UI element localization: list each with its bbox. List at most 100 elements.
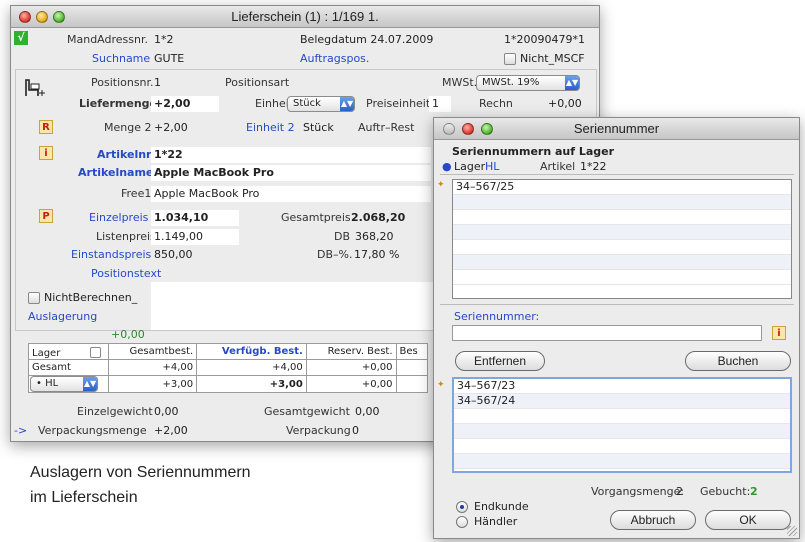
- ok-button[interactable]: OK: [705, 510, 791, 530]
- table-row[interactable]: Gesamt +4,00 +4,00 +0,00: [28, 359, 429, 376]
- updown-arrow-icon: ▲▼: [340, 97, 354, 111]
- minimize-icon[interactable]: [462, 123, 474, 135]
- list-item[interactable]: [453, 255, 791, 270]
- resize-grip-icon[interactable]: [787, 526, 797, 536]
- sort-icon: ✦: [437, 380, 445, 390]
- table-cell: +4,00: [107, 359, 198, 376]
- updown-arrow-icon: ▲▼: [565, 76, 579, 90]
- nicht-mscf-checkbox[interactable]: [504, 53, 516, 65]
- list-item[interactable]: 34–567/23: [454, 379, 790, 394]
- positionsnr-value: 1: [154, 76, 161, 89]
- close-icon[interactable]: [19, 11, 31, 23]
- belegdatum: Belegdatum 24.07.2009: [300, 33, 434, 46]
- list-item[interactable]: [453, 225, 791, 240]
- verpackungsmenge-label: Verpackungsmenge: [38, 424, 147, 437]
- r-button[interactable]: R: [39, 120, 53, 134]
- auftragspos-link[interactable]: Auftragspos.: [300, 52, 369, 65]
- haendler-radio[interactable]: [456, 516, 468, 528]
- minimize-icon[interactable]: [36, 11, 48, 23]
- rechn-value: +0,00: [548, 97, 582, 110]
- nichtberechnen-checkbox[interactable]: [28, 292, 40, 304]
- artikelname-input[interactable]: Apple MacBook Pro: [151, 165, 431, 181]
- window-title: Lieferschein (1) : 1/169 1.: [231, 9, 379, 24]
- dialog-lager-value: HL: [485, 160, 500, 173]
- endkunde-radio[interactable]: [456, 501, 468, 513]
- einzelpreis-label[interactable]: Einzelpreis: [89, 211, 148, 224]
- list-item[interactable]: [454, 439, 790, 454]
- mwst-select[interactable]: MWSt. 19% ▲▼: [476, 75, 580, 91]
- db-label: DB: [334, 230, 351, 243]
- main-titlebar[interactable]: Lieferschein (1) : 1/169 1.: [11, 6, 599, 28]
- zoom-icon[interactable]: [481, 123, 493, 135]
- liefermenge-input[interactable]: +2,00: [151, 96, 219, 112]
- listenpreis-input[interactable]: 1.149,00: [151, 229, 239, 245]
- db-percent-label: DB–%.: [317, 248, 353, 261]
- list-item[interactable]: 34–567/25: [453, 180, 791, 195]
- dialog-title: Seriennummer: [573, 121, 660, 136]
- list-item-label: 34–567/23: [457, 379, 516, 392]
- list-item[interactable]: [454, 409, 790, 424]
- einstandspreis-value: 850,00: [154, 248, 193, 261]
- einheit-select-value: Stück: [293, 98, 321, 109]
- artikelname-label[interactable]: Artikelname: [78, 166, 153, 179]
- einheit-select[interactable]: Stück ▲▼: [287, 96, 355, 112]
- zoom-icon[interactable]: [53, 11, 65, 23]
- verpackung-value: 0: [352, 424, 359, 437]
- serial-info-button[interactable]: i: [772, 326, 786, 340]
- artikelnr-input[interactable]: 1*22: [151, 147, 431, 163]
- position-icon[interactable]: [24, 76, 46, 98]
- list-item[interactable]: [453, 240, 791, 255]
- entfernen-button[interactable]: Entfernen: [455, 351, 545, 371]
- serial-stock-list[interactable]: 34–567/25: [452, 179, 792, 299]
- close-icon[interactable]: [443, 123, 455, 135]
- rechn-label: Rechn: [479, 97, 513, 110]
- table-cell: +0,00: [305, 359, 397, 376]
- preiseinheit-input[interactable]: 1: [429, 96, 451, 112]
- arrow-link[interactable]: ->: [14, 424, 27, 437]
- menge2-value: +2,00: [154, 121, 188, 134]
- list-item[interactable]: [453, 210, 791, 225]
- check-icon: √: [14, 31, 28, 45]
- einstandspreis-label[interactable]: Einstandspreis: [71, 248, 151, 261]
- auslagerung-link[interactable]: Auslagerung: [28, 310, 97, 323]
- lager-select-cell[interactable]: • HL ▲▼: [28, 375, 109, 393]
- positionstext-link[interactable]: Positionstext: [91, 267, 161, 280]
- table-row[interactable]: • HL ▲▼ +3,00 +3,00 +0,00: [28, 375, 429, 393]
- free1-input[interactable]: Apple MacBook Pro: [151, 186, 431, 202]
- caption: Auslagern von Seriennummern im Liefersch…: [30, 460, 251, 510]
- lager-select[interactable]: • HL ▲▼: [30, 376, 98, 392]
- list-item[interactable]: [454, 454, 790, 469]
- einheit2-label[interactable]: Einheit 2: [246, 121, 295, 134]
- dialog-titlebar[interactable]: Seriennummer: [434, 118, 799, 140]
- buchen-button[interactable]: Buchen: [685, 351, 791, 371]
- lager-checkbox[interactable]: [90, 346, 102, 358]
- dialog-lager-label: Lager: [454, 160, 486, 173]
- dialog-heading: Seriennummern auf Lager: [452, 145, 615, 158]
- suchname-label[interactable]: Suchname: [92, 52, 150, 65]
- gesamtbest-header: Gesamtbest.: [107, 343, 198, 360]
- lager-table: Lager Gesamtbest. Verfügb. Best. Reserv.…: [28, 343, 429, 393]
- verfuegb-header[interactable]: Verfügb. Best.: [196, 343, 307, 360]
- mwst-label: MWSt.: [442, 76, 478, 89]
- caption-line-2: im Lieferschein: [30, 489, 138, 506]
- bes-header: Bes: [395, 343, 429, 360]
- artikelnr-label[interactable]: Artikelnr.: [97, 148, 154, 161]
- list-item[interactable]: [453, 195, 791, 210]
- list-item[interactable]: [454, 424, 790, 439]
- info-button[interactable]: i: [39, 146, 53, 160]
- table-cell: +0,00: [305, 375, 397, 393]
- lager-header: Lager: [28, 343, 109, 360]
- seriennummer-label: Seriennummer:: [454, 310, 540, 323]
- seriennummer-window: Seriennummer Seriennummern auf Lager ● L…: [433, 117, 800, 539]
- caption-line-1: Auslagern von Seriennummern: [30, 464, 251, 481]
- list-item[interactable]: 34–567/24: [454, 394, 790, 409]
- seriennummer-input[interactable]: [452, 325, 762, 341]
- menge2-label: Menge 2: [104, 121, 152, 134]
- einzelgewicht-label: Einzelgewicht: [77, 405, 153, 418]
- abbruch-button[interactable]: Abbruch: [610, 510, 696, 530]
- list-item[interactable]: [453, 270, 791, 285]
- einzelpreis-input[interactable]: 1.034,10: [151, 210, 239, 226]
- p-button[interactable]: P: [39, 209, 53, 223]
- gesamtpreis-value: 2.068,20: [351, 211, 406, 224]
- booked-serial-list[interactable]: 34–567/23 34–567/24: [452, 377, 792, 473]
